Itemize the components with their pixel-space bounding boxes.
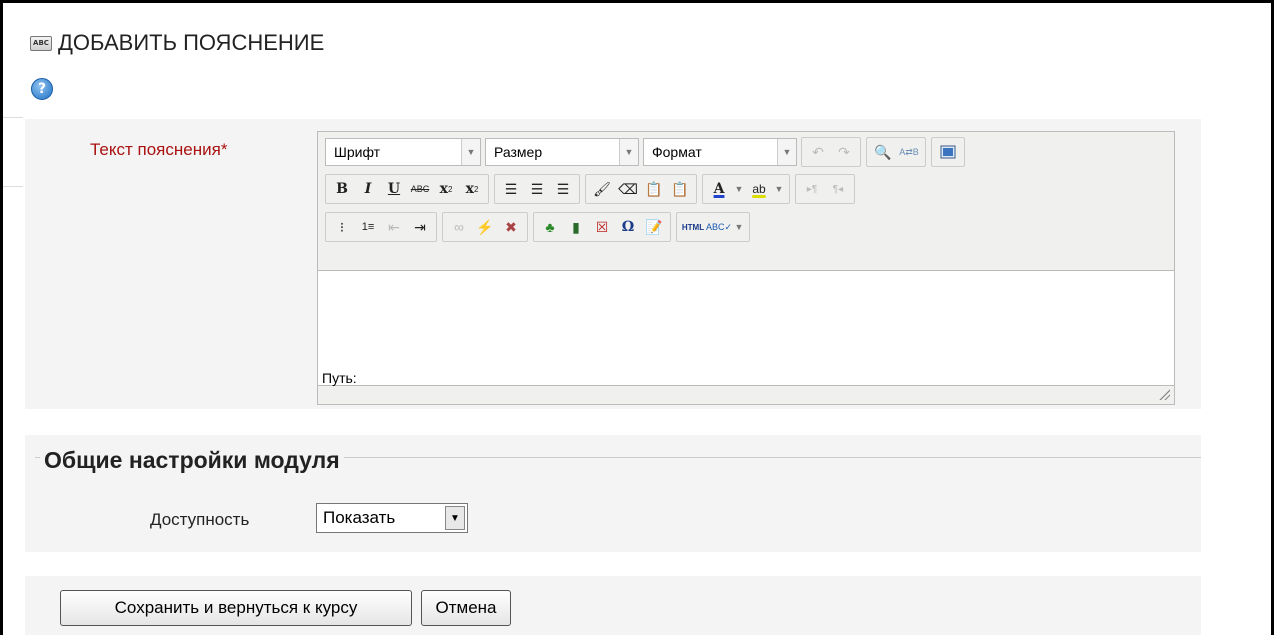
toolbar-row-1: Шрифт ▼ Размер ▼ Формат ▼ ↶ ↷ 🔍 A⇄B (325, 137, 970, 167)
format-select[interactable]: Формат ▼ (643, 138, 797, 166)
ltr-icon[interactable]: ▸¶ (799, 177, 825, 201)
chevron-down-icon[interactable]: ▼ (772, 177, 786, 201)
availability-select[interactable]: Показать ▼ (316, 503, 468, 533)
availability-value: Показать (323, 508, 396, 527)
list-group: ⁝ 1≡ ⇤ ⇥ (325, 212, 437, 242)
spellcheck-icon[interactable]: ABC✓ (706, 215, 732, 239)
chevron-down-icon: ▼ (461, 139, 480, 165)
color-group: A ▼ ab ▼ (702, 174, 790, 204)
indent-icon[interactable]: ⇥ (407, 215, 433, 239)
direction-group: ▸¶ ¶◂ (795, 174, 855, 204)
image-icon[interactable]: ♣ (537, 215, 563, 239)
align-left-icon[interactable]: ☰ (498, 177, 524, 201)
undo-icon[interactable]: ↶ (805, 140, 831, 164)
media-icon[interactable]: ▮ (563, 215, 589, 239)
edit-icon[interactable]: 📝 (641, 215, 667, 239)
cleanup-icon[interactable]: 🖌 (589, 177, 615, 201)
font-select[interactable]: Шрифт ▼ (325, 138, 481, 166)
chevron-down-icon: ▼ (619, 139, 638, 165)
chevron-down-icon[interactable]: ▼ (732, 215, 746, 239)
nolink-icon[interactable]: ☒ (589, 215, 615, 239)
toolbar-row-3: ⁝ 1≡ ⇤ ⇥ ∞ ⚡ ✖ ♣ ▮ ☒ Ω 📝 HTML ABC✓ ▼ (325, 212, 755, 242)
subscript-icon[interactable]: x2 (433, 177, 459, 201)
save-return-button[interactable]: Сохранить и вернуться к курсу (60, 590, 412, 626)
search-group: 🔍 A⇄B (866, 137, 926, 167)
rtl-icon[interactable]: ¶◂ (825, 177, 851, 201)
superscript-icon[interactable]: x2 (459, 177, 485, 201)
link-group: ∞ ⚡ ✖ (442, 212, 528, 242)
size-select[interactable]: Размер ▼ (485, 138, 639, 166)
rich-text-editor: Шрифт ▼ Размер ▼ Формат ▼ ↶ ↷ 🔍 A⇄B B I U A… (317, 131, 1175, 405)
field-label: Текст пояснения* (90, 140, 228, 159)
page-title: ДОБАВИТЬ ПОЯСНЕНИЕ (58, 30, 325, 55)
anchor-icon[interactable]: ✖ (498, 215, 524, 239)
editor-content-area[interactable] (318, 270, 1174, 386)
chevron-down-icon: ▼ (777, 139, 796, 165)
fullscreen-icon[interactable] (935, 140, 961, 164)
replace-icon[interactable]: A⇄B (896, 140, 922, 164)
divider (3, 117, 23, 118)
paste-word-icon[interactable]: 📋 (667, 177, 693, 201)
paste-text-icon[interactable]: 📋 (641, 177, 667, 201)
outdent-icon[interactable]: ⇤ (381, 215, 407, 239)
insert-group: ♣ ▮ ☒ Ω 📝 (533, 212, 671, 242)
chevron-down-icon[interactable]: ▼ (732, 177, 746, 201)
redo-icon[interactable]: ↷ (831, 140, 857, 164)
availability-label: Доступность (150, 510, 250, 529)
italic-icon[interactable]: I (355, 177, 381, 201)
fieldset-legend[interactable]: Общие настройки модуля (40, 447, 344, 474)
highlight-color-icon[interactable]: ab (746, 177, 772, 201)
cancel-button[interactable]: Отмена (421, 590, 511, 626)
text-color-icon[interactable]: A (706, 177, 732, 201)
divider (3, 186, 23, 187)
eraser-icon[interactable]: ⌫ (615, 177, 641, 201)
link-icon[interactable]: ∞ (446, 215, 472, 239)
find-icon[interactable]: 🔍 (870, 140, 896, 164)
bold-icon[interactable]: B (329, 177, 355, 201)
chevron-down-icon: ▼ (445, 506, 465, 530)
align-right-icon[interactable]: ☰ (550, 177, 576, 201)
view-group (931, 137, 965, 167)
page-header: ABC ДОБАВИТЬ ПОЯСНЕНИЕ (30, 30, 324, 56)
unlink-icon[interactable]: ⚡ (472, 215, 498, 239)
path-label: Путь: (322, 370, 357, 386)
resize-grip-icon[interactable] (1158, 388, 1170, 400)
required-mark: * (220, 140, 228, 159)
abc-icon: ABC (30, 35, 52, 51)
bullet-list-icon[interactable]: ⁝ (329, 215, 355, 239)
code-group: HTML ABC✓ ▼ (676, 212, 750, 242)
help-icon[interactable]: ? (31, 78, 53, 100)
toolbar-row-2: B I U ABC x2 x2 ☰ ☰ ☰ 🖌 ⌫ 📋 📋 A ▼ ab ▼ ▸… (325, 174, 860, 204)
align-group: ☰ ☰ ☰ (494, 174, 580, 204)
underline-icon[interactable]: U (381, 177, 407, 201)
clipboard-group: 🖌 ⌫ 📋 📋 (585, 174, 697, 204)
align-center-icon[interactable]: ☰ (524, 177, 550, 201)
strikethrough-icon[interactable]: ABC (407, 177, 433, 201)
format-group: B I U ABC x2 x2 (325, 174, 489, 204)
html-icon[interactable]: HTML (680, 215, 706, 239)
history-group: ↶ ↷ (801, 137, 861, 167)
special-char-icon[interactable]: Ω (615, 215, 641, 239)
numbered-list-icon[interactable]: 1≡ (355, 215, 381, 239)
